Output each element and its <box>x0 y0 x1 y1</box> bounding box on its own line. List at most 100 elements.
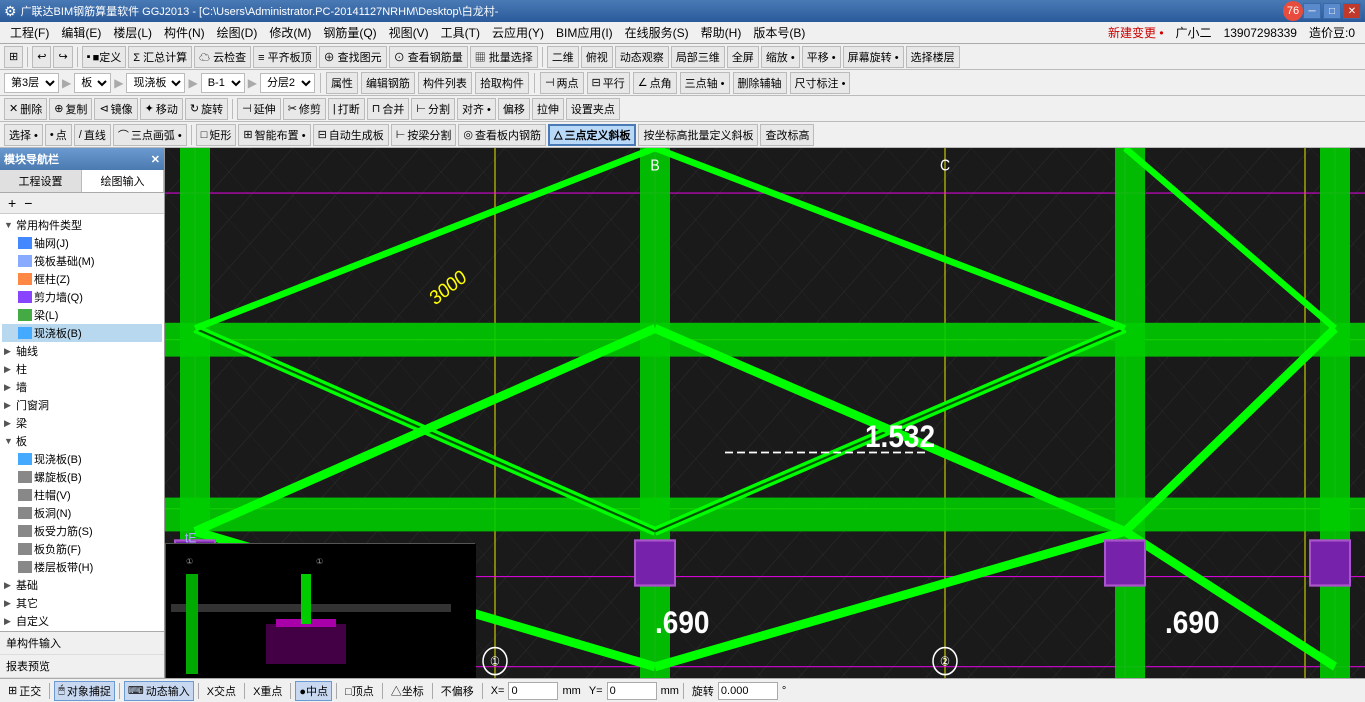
btn-report[interactable]: 报表预览 <box>0 655 164 678</box>
floor-select[interactable]: 第3层 <box>4 73 59 93</box>
status-vertex[interactable]: □顶点 <box>341 681 378 701</box>
tb-redo-btn[interactable]: ↪ <box>53 46 72 68</box>
tb4-view-slab-rebar-btn[interactable]: ◎ 查看板内钢筋 <box>458 124 546 146</box>
tree-item-node-col-cap[interactable]: 柱帽(V) <box>2 486 162 504</box>
tb3-offset-btn[interactable]: 偏移 <box>498 98 530 120</box>
tree-item-node-slab-hole[interactable]: 板洞(N) <box>2 504 162 522</box>
tb4-rect-btn[interactable]: □ 矩形 <box>196 124 237 146</box>
tb3-merge-btn[interactable]: ⊓ 合并 <box>367 98 410 120</box>
minimize-button[interactable]: ─ <box>1303 3 1321 19</box>
tb-2d-btn[interactable]: 二维 <box>547 46 579 68</box>
tree-item-node-beam[interactable]: 梁(L) <box>2 306 162 324</box>
tree-item-node-shear-wall[interactable]: 剪力墙(Q) <box>2 288 162 306</box>
tb2-parallel-btn[interactable]: ⊟ 平行 <box>587 72 630 94</box>
comp-type-select[interactable]: 板 <box>74 73 111 93</box>
menu-tools[interactable]: 工具(T) <box>435 22 486 43</box>
x-input[interactable] <box>508 682 558 700</box>
menu-cloud[interactable]: 云应用(Y) <box>486 22 550 43</box>
status-coord[interactable]: △坐标 <box>387 681 428 701</box>
tb3-grip-btn[interactable]: 设置夹点 <box>566 98 620 120</box>
menu-coins[interactable]: 造价豆:0 <box>1303 22 1361 43</box>
tb-define-btn[interactable]: ▪ ■定义 <box>82 46 127 68</box>
tree-item-node-other-cat[interactable]: ▶其它 <box>2 594 162 612</box>
menu-modify[interactable]: 修改(M) <box>263 22 317 43</box>
tb3-mirror-btn[interactable]: ⊲ 镜像 <box>94 98 137 120</box>
tb-batch-btn[interactable]: ▦ 批量选择 <box>470 46 538 68</box>
tb-3d-local-btn[interactable]: 局部三维 <box>671 46 725 68</box>
tb3-trim-btn[interactable]: ✂ 修剪 <box>283 98 326 120</box>
menu-component[interactable]: 构件(N) <box>158 22 211 43</box>
menu-draw[interactable]: 绘图(D) <box>211 22 264 43</box>
tb3-break-btn[interactable]: | 打断 <box>328 98 365 120</box>
tb3-del-btn[interactable]: ✕ 删除 <box>4 98 47 120</box>
tb4-smart-btn[interactable]: ⊞ 智能布置 • <box>238 124 310 146</box>
tb-rotate-btn[interactable]: 屏幕旋转 • <box>843 46 904 68</box>
tree-item-node-common[interactable]: ▼常用构件类型 <box>2 216 162 234</box>
menu-view[interactable]: 视图(V) <box>383 22 435 43</box>
tree-item-node-column[interactable]: 框柱(Z) <box>2 270 162 288</box>
tree-item-node-spiral-slab[interactable]: 螺旋板(B) <box>2 468 162 486</box>
tree-item-node-slab-cat[interactable]: ▼板 <box>2 432 162 450</box>
tb2-2pt-btn[interactable]: ⊣ 两点 <box>540 72 584 94</box>
tb4-inclined-btn[interactable]: △ 三点定义斜板 <box>548 124 636 146</box>
rotate-input[interactable] <box>718 682 778 700</box>
tb2-del-axis-btn[interactable]: 删除辅轴 <box>733 72 787 94</box>
panel-close-icon[interactable]: ✕ <box>151 153 160 166</box>
close-button[interactable]: ✕ <box>1343 3 1361 19</box>
code-select[interactable]: B-1 <box>201 73 245 93</box>
menu-assistant[interactable]: 广小二 <box>1170 22 1218 43</box>
menu-version[interactable]: 版本号(B) <box>747 22 811 43</box>
tb3-move-btn[interactable]: ✦ 移动 <box>140 98 183 120</box>
tree-item-node-col-cat[interactable]: ▶柱 <box>2 360 162 378</box>
tb4-point-btn[interactable]: • 点 <box>45 124 72 146</box>
tb4-edit-elevation-btn[interactable]: 查改标高 <box>760 124 814 146</box>
menu-rebar[interactable]: 钢筋量(Q) <box>317 22 382 43</box>
tree-item-node-axis[interactable]: 轴网(J) <box>2 234 162 252</box>
tree-add-btn[interactable]: + <box>4 195 20 211</box>
material-select[interactable]: 现浇板 <box>126 73 185 93</box>
tb2-property-btn[interactable]: 属性 <box>326 72 358 94</box>
status-x-overlap[interactable]: X重点 <box>249 681 286 701</box>
tree-item-node-wall-cat[interactable]: ▶墙 <box>2 378 162 396</box>
tb3-align-btn[interactable]: 对齐 • <box>457 98 496 120</box>
tb-new-btn[interactable]: ⊞ <box>4 46 23 68</box>
y-input[interactable] <box>607 682 657 700</box>
tree-item-node-strip-found[interactable]: 筏板基础(M) <box>2 252 162 270</box>
tb-cloud-check-btn[interactable]: ☁ 云检查 <box>194 46 251 68</box>
tree-item-node-door-cat[interactable]: ▶门窗洞 <box>2 396 162 414</box>
tb-align-btn[interactable]: ≡ 平齐板顶 <box>253 46 316 68</box>
status-dynamic[interactable]: ⌨ 动态输入 <box>124 681 194 701</box>
tb-find-btn[interactable]: ⊕ 查找图元 <box>319 46 387 68</box>
tb-top-btn[interactable]: 俯视 <box>581 46 613 68</box>
tb-view-rebar-btn[interactable]: ⊙ 查看钢筋量 <box>389 46 468 68</box>
tree-item-node-floor-band[interactable]: 楼层板带(H) <box>2 558 162 576</box>
tree-item-node-foundation-cat[interactable]: ▶基础 <box>2 576 162 594</box>
tb2-comp-list-btn[interactable]: 构件列表 <box>418 72 472 94</box>
menu-online[interactable]: 在线服务(S) <box>619 22 695 43</box>
status-no-offset[interactable]: 不偏移 <box>437 681 478 701</box>
menu-help[interactable]: 帮助(H) <box>695 22 748 43</box>
tb2-3axis-btn[interactable]: 三点轴 • <box>680 72 730 94</box>
tb4-auto-slab-btn[interactable]: ⊟ 自动生成板 <box>313 124 389 146</box>
status-midpoint[interactable]: ●中点 <box>295 681 332 701</box>
tree-item-node-slab[interactable]: 现浇板(B) <box>2 324 162 342</box>
tb3-split-btn[interactable]: ⊢ 分割 <box>411 98 455 120</box>
tb4-coord-inclined-btn[interactable]: 按坐标高批量定义斜板 <box>638 124 758 146</box>
menu-change[interactable]: 新建变更 • <box>1102 22 1170 43</box>
canvas-area[interactable]: 3000 1.532 .690 .690 B C ① ② A tE <box>165 148 1365 678</box>
maximize-button[interactable]: □ <box>1323 3 1341 19</box>
tree-item-node-cast-slab[interactable]: 现浇板(B) <box>2 450 162 468</box>
tb2-angle-btn[interactable]: ∠ 点角 <box>633 72 677 94</box>
tb-zoom-btn[interactable]: 缩放 • <box>761 46 800 68</box>
tab-project-settings[interactable]: 工程设置 <box>0 170 82 192</box>
menu-phone[interactable]: 13907298339 <box>1218 24 1303 42</box>
tb-undo-btn[interactable]: ↩ <box>32 46 51 68</box>
status-snap[interactable]: 🖱 对象捕捉 <box>54 681 115 701</box>
menu-bim[interactable]: BIM应用(I) <box>550 22 619 43</box>
tree-item-node-axis-cat[interactable]: ▶轴线 <box>2 342 162 360</box>
tb-floor-select-btn[interactable]: 选择楼层 <box>906 46 960 68</box>
tb3-copy-btn[interactable]: ⊕ 复制 <box>49 98 92 120</box>
tb3-rotate-btn[interactable]: ↻ 旋转 <box>185 98 228 120</box>
tb2-edit-rebar-btn[interactable]: 编辑钢筋 <box>361 72 415 94</box>
tb4-arc-btn[interactable]: ⌒ 三点画弧 • <box>113 124 187 146</box>
